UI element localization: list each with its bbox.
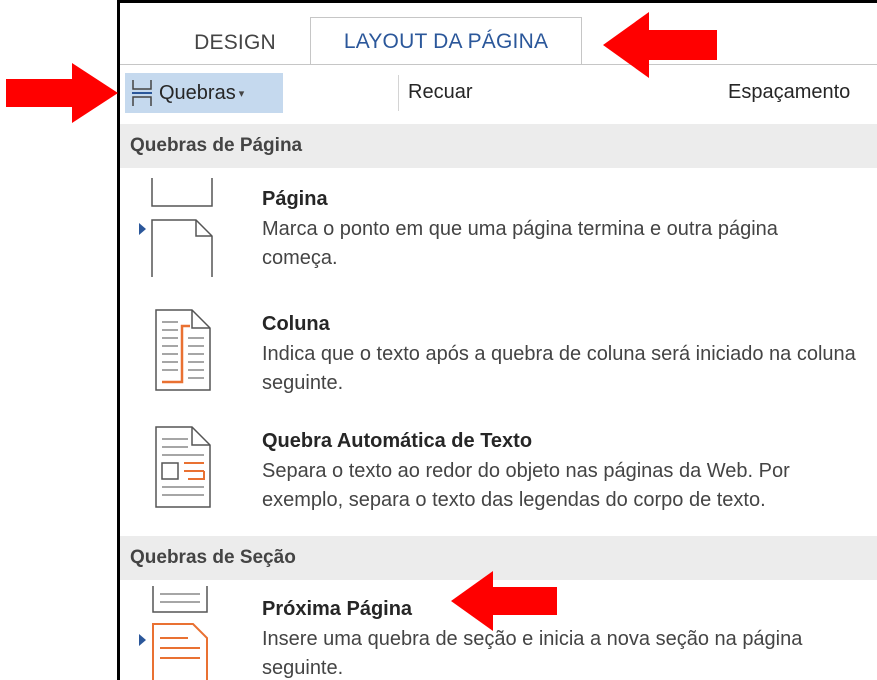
tab-page-layout[interactable]: LAYOUT DA PÁGINA	[310, 17, 582, 66]
selection-marker-icon	[139, 634, 146, 646]
menu-item-description: Marca o ponto em que uma página termina …	[262, 218, 778, 269]
menu-item-description: Indica que o texto após a quebra de colu…	[262, 343, 856, 394]
toolbar-separator	[398, 75, 399, 111]
menu-item-description: Insere uma quebra de seção e inicia a no…	[262, 628, 803, 679]
annotation-arrow-tab	[603, 12, 717, 78]
menu-item-title: Página	[262, 188, 328, 210]
chevron-down-icon: ▾	[238, 87, 245, 100]
page-break-icon	[151, 178, 213, 277]
page-setup-toolbar: Quebras ▾ Recuar Espaçamento	[120, 65, 877, 120]
page-breaks-header: Quebras de Página	[120, 124, 877, 168]
spacing-label: Espaçamento	[728, 81, 851, 103]
menu-item-title: Próxima Página	[262, 598, 413, 620]
column-break-icon	[155, 309, 211, 391]
annotation-arrow-next-page	[451, 571, 557, 631]
menu-item-column-break[interactable]: Coluna Indica que o texto após a quebra …	[120, 303, 877, 413]
annotation-arrow-left	[6, 63, 118, 123]
tab-design[interactable]: DESIGN	[180, 21, 290, 65]
ribbon-tab-bar: DESIGN LAYOUT DA PÁGINA CIAS	[120, 3, 877, 66]
menu-item-page-break[interactable]: Página Marca o ponto em que uma página t…	[120, 178, 877, 298]
next-page-icon	[152, 586, 208, 680]
indent-label: Recuar	[408, 81, 473, 103]
selection-marker-icon	[139, 223, 146, 235]
breaks-button[interactable]: Quebras ▾	[125, 73, 283, 113]
menu-item-description: Separa o texto ao redor do objeto nas pá…	[262, 460, 790, 511]
menu-item-text-wrapping[interactable]: Quebra Automática de Texto Separa o text…	[120, 420, 877, 530]
text-wrapping-icon	[155, 426, 211, 508]
breaks-button-label: Quebras	[159, 81, 236, 104]
breaks-icon	[132, 80, 152, 106]
menu-item-title: Quebra Automática de Texto	[262, 430, 533, 452]
menu-item-title: Coluna	[262, 313, 330, 335]
